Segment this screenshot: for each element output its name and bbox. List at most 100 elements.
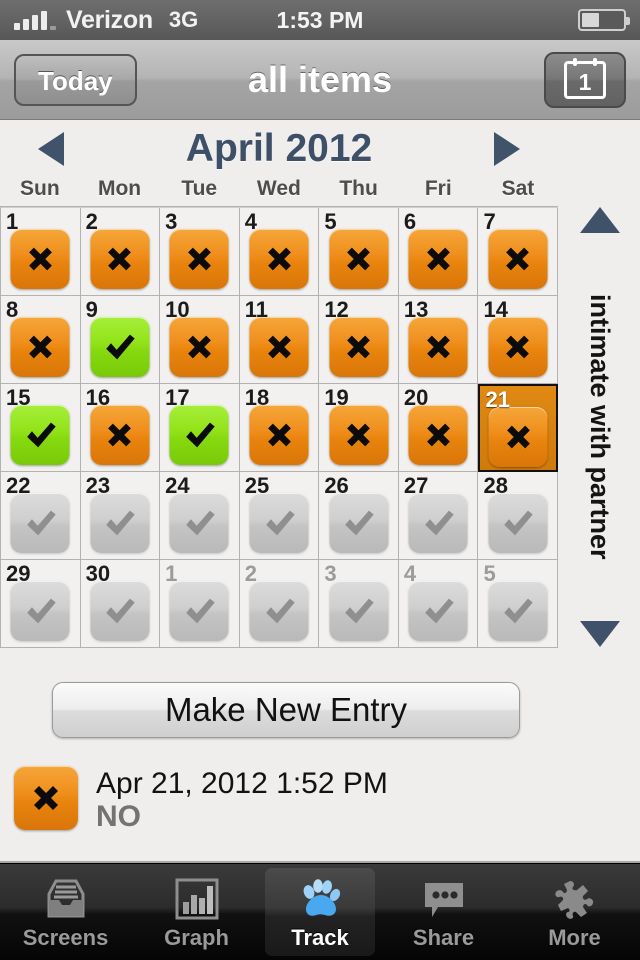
calendar-day-cell[interactable]: 27 xyxy=(398,472,479,560)
tab-screens[interactable]: Screens xyxy=(0,864,131,960)
make-new-entry-button[interactable]: Make New Entry xyxy=(52,682,520,738)
tab-label: Graph xyxy=(164,925,229,950)
check-mark-placeholder-icon xyxy=(329,493,389,553)
calendar-day-cell[interactable]: 14 xyxy=(478,296,559,384)
weekday-header: Sun Mon Tue Wed Thu Fri Sat xyxy=(0,177,558,207)
calendar-day-cell[interactable]: 16 xyxy=(80,384,161,472)
recent-entry-value: NO xyxy=(96,799,141,833)
calendar-day-cell[interactable]: 12 xyxy=(319,296,399,384)
calendar-week-row: 29 30 1 2 3 4 5 xyxy=(1,560,559,648)
prev-month-button[interactable] xyxy=(38,132,64,166)
day-number: 25 xyxy=(244,473,270,498)
check-mark-placeholder-icon xyxy=(329,581,389,641)
day-number: 18 xyxy=(244,385,270,410)
check-mark-placeholder-icon xyxy=(10,581,70,641)
day-number: 1 xyxy=(165,561,178,586)
day-number: 12 xyxy=(324,297,349,322)
calendar-day-cell[interactable]: 19 xyxy=(319,384,399,472)
calendar-day-cell[interactable]: 4 xyxy=(398,560,479,648)
calendar-day-cell[interactable]: 25 xyxy=(239,472,320,560)
day-number: 1 xyxy=(6,209,19,234)
calendar-day-cell[interactable]: 8 xyxy=(1,296,81,384)
day-number: 7 xyxy=(483,209,496,234)
calendar-day-cell[interactable]: 2 xyxy=(80,208,161,296)
day-number: 3 xyxy=(324,561,337,586)
day-number: 8 xyxy=(6,297,19,322)
day-number: 10 xyxy=(165,297,190,322)
x-mark-icon xyxy=(14,766,78,830)
calendar-grid: 1 2 3 4 5 6 7 8 9 10 11 12 13 14 15 16 17 18 19 20 21 22 23 24 2… xyxy=(0,207,559,648)
x-mark-icon xyxy=(249,317,309,377)
tab-graph[interactable]: Graph xyxy=(131,864,262,960)
calendar-day-cell[interactable]: 2 xyxy=(239,560,320,648)
day-number: 30 xyxy=(85,561,111,586)
check-mark-icon xyxy=(10,405,70,465)
check-mark-placeholder-icon xyxy=(10,493,70,553)
day-number: 27 xyxy=(403,473,429,498)
calendar-day-cell[interactable]: 10 xyxy=(160,296,240,384)
x-mark-icon xyxy=(408,317,468,377)
check-mark-icon xyxy=(90,317,150,377)
calendar-day-cell[interactable]: 3 xyxy=(319,560,399,648)
triangle-up-icon[interactable] xyxy=(579,207,620,233)
tracker-name-label: intimate with partner xyxy=(585,294,615,560)
x-mark-icon xyxy=(10,317,70,377)
calendar-day-cell[interactable]: 24 xyxy=(160,472,240,560)
day-number: 17 xyxy=(165,385,190,410)
tab-label: Screens xyxy=(22,925,109,950)
tab-more[interactable]: More xyxy=(509,864,640,960)
calendar-day-cell[interactable]: 1 xyxy=(1,208,81,296)
day-number: 5 xyxy=(324,209,337,234)
check-mark-placeholder-icon xyxy=(90,581,150,641)
calendar-day-cell[interactable]: 22 xyxy=(1,472,81,560)
calendar-day-cell[interactable]: 6 xyxy=(398,208,479,296)
tab-track[interactable]: Track xyxy=(265,868,375,956)
day-number: 9 xyxy=(85,297,98,322)
calendar-day-cell[interactable]: 17 xyxy=(160,384,240,472)
calendar-day-cell[interactable]: 11 xyxy=(239,296,320,384)
calendar-day-cell[interactable]: 7 xyxy=(478,208,559,296)
triangle-down-icon[interactable] xyxy=(579,621,620,647)
calendar-day-cell[interactable]: 9 xyxy=(80,296,161,384)
calendar-day-cell[interactable]: 30 xyxy=(80,560,161,648)
battery-icon xyxy=(578,9,630,31)
calendar-day-cell[interactable]: 23 xyxy=(80,472,161,560)
day-number: 28 xyxy=(483,473,508,498)
weekday-mon: Mon xyxy=(97,177,142,200)
calendar-day-cell[interactable]: 21 xyxy=(478,384,559,472)
calendar-day-cell[interactable]: 15 xyxy=(1,384,81,472)
calendar-day-cell[interactable]: 28 xyxy=(478,472,559,560)
calendar-day-cell[interactable]: 26 xyxy=(319,472,399,560)
calendar-day-cell[interactable]: 4 xyxy=(239,208,320,296)
calendar-day-cell[interactable]: 3 xyxy=(160,208,240,296)
next-month-button[interactable] xyxy=(494,132,520,166)
calendar-day-cell[interactable]: 5 xyxy=(478,560,559,648)
day-number: 23 xyxy=(85,473,111,498)
calendar-day-cell[interactable]: 13 xyxy=(398,296,479,384)
calendar-day-cell[interactable]: 1 xyxy=(160,560,240,648)
month-navigation: April 2012 xyxy=(0,121,640,177)
weekday-wed: Wed xyxy=(256,177,301,200)
x-mark-icon xyxy=(329,405,389,465)
x-mark-icon xyxy=(249,229,309,289)
day-number: 4 xyxy=(244,209,257,234)
check-mark-placeholder-icon xyxy=(408,493,468,553)
x-mark-icon xyxy=(249,405,309,465)
day-number: 4 xyxy=(403,561,417,586)
calendar-day-cell[interactable]: 20 xyxy=(398,384,479,472)
bar-chart-icon xyxy=(175,877,219,921)
check-mark-placeholder-icon xyxy=(249,581,309,641)
x-mark-icon xyxy=(329,229,389,289)
main-content: April 2012 Sun Mon Tue Wed Thu Fri Sat 1… xyxy=(0,121,640,863)
tracker-scroller: intimate with partner xyxy=(559,207,640,647)
calendar-day-cell[interactable]: 5 xyxy=(319,208,399,296)
x-mark-icon xyxy=(90,229,150,289)
calendar-day-cell[interactable]: 18 xyxy=(239,384,320,472)
paw-print-icon xyxy=(298,877,342,921)
recent-entry-row[interactable]: Apr 21, 2012 1:52 PM NO xyxy=(14,766,388,833)
calendar-day-cell[interactable]: 29 xyxy=(1,560,81,648)
day-number: 14 xyxy=(483,297,508,322)
calendar-view-button[interactable]: 1 xyxy=(544,52,626,108)
day-number: 19 xyxy=(324,385,349,410)
tab-share[interactable]: Share xyxy=(378,864,509,960)
